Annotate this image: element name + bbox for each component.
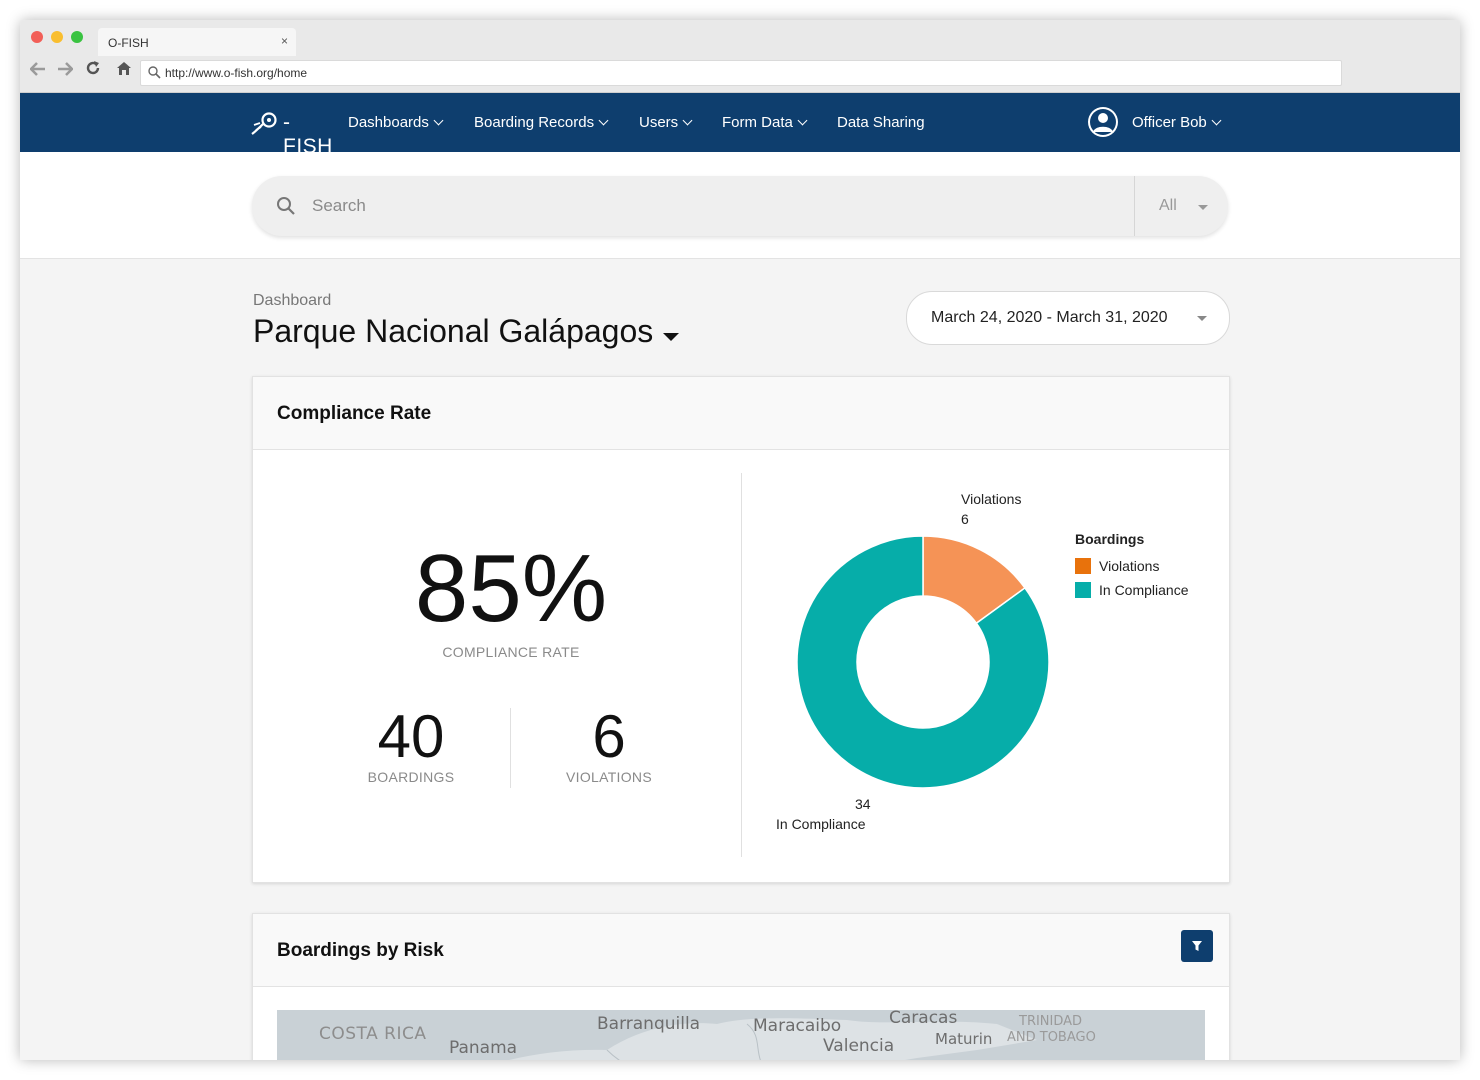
forward-arrow-icon[interactable] [57, 62, 74, 81]
filter-icon [1192, 941, 1202, 951]
maximize-window-dot[interactable] [71, 31, 83, 43]
chart-label-compliance-name: In Compliance [776, 816, 866, 832]
back-arrow-icon[interactable] [29, 62, 46, 81]
legend-label-in-compliance: In Compliance [1099, 582, 1189, 598]
map-label-caracas: Caracas [889, 1010, 958, 1028]
compliance-card-title: Compliance Rate [277, 403, 432, 424]
nav-users-label: Users [639, 114, 679, 131]
risk-map[interactable]: COSTA RICA Panama Barranquilla Maracaibo… [277, 1010, 1205, 1060]
address-bar[interactable]: http://www.o-fish.org/home [140, 60, 1342, 86]
search-icon [276, 196, 296, 221]
nav-data-sharing[interactable]: Data Sharing [837, 114, 925, 131]
map-label-maracaibo: Maracaibo [753, 1016, 842, 1036]
boardings-value: 40 [377, 703, 445, 770]
chevron-down-icon [682, 115, 693, 126]
nav-data-sharing-label: Data Sharing [837, 114, 925, 131]
violations-value: 6 [592, 703, 626, 770]
filter-button[interactable] [1181, 930, 1213, 962]
legend-swatch-in-compliance [1075, 582, 1091, 598]
nav-form-data[interactable]: Form Data [722, 114, 808, 131]
nav-users[interactable]: Users [639, 114, 693, 131]
map-label-valencia: Valencia [823, 1036, 895, 1056]
browser-tab[interactable]: O-FISH × [98, 28, 296, 56]
date-range-text: March 24, 2020 - March 31, 2020 [931, 309, 1168, 326]
risk-card-title: Boardings by Risk [277, 940, 444, 961]
reload-icon[interactable] [85, 60, 101, 81]
date-range-picker[interactable]: March 24, 2020 - March 31, 2020 [906, 291, 1230, 345]
chevron-down-icon [1211, 115, 1222, 126]
breadcrumb: Dashboard [253, 292, 332, 309]
user-name: Officer Bob [1132, 114, 1222, 131]
boardings-label: BOARDINGS [367, 769, 455, 785]
legend-title: Boardings [1075, 531, 1145, 547]
caret-down-icon[interactable] [663, 333, 679, 341]
compliance-rate-value: 85% [414, 535, 608, 642]
compliance-card: Compliance Rate 85% COMPLIANCE RATE 40 B… [252, 376, 1230, 883]
risk-card-header: Boardings by Risk [253, 914, 1229, 987]
chevron-down-icon [598, 115, 609, 126]
caret-down-icon[interactable] [1198, 205, 1208, 210]
browser-window: O-FISH × http://www.o-fish.org/home -FIS… [20, 20, 1460, 1060]
caret-down-icon [1197, 316, 1207, 321]
map-label-barranquilla: Barranquilla [597, 1014, 701, 1034]
donut-slice-in-compliance[interactable] [796, 535, 1050, 789]
search-box: All [252, 176, 1228, 236]
chart-label-violations-name: Violations [961, 491, 1022, 507]
close-window-dot[interactable] [31, 31, 43, 43]
map-label-trinidad: TRINIDAD [1019, 1014, 1083, 1029]
url-text: http://www.o-fish.org/home [165, 66, 308, 80]
chart-label-compliance-value: 34 [855, 796, 871, 812]
top-navigation: -FISH Dashboards Boarding Records Users … [20, 93, 1460, 158]
map-label-and-tobago: AND TOBAGO [1007, 1030, 1096, 1045]
legend-label-violations: Violations [1099, 558, 1160, 574]
nav-dashboards[interactable]: Dashboards [348, 114, 444, 131]
risk-card: Boardings by Risk COSTA RICA Panama Barr… [252, 913, 1230, 1060]
home-icon[interactable] [116, 60, 132, 81]
legend-item-in-compliance: In Compliance [1075, 582, 1189, 598]
search-input[interactable] [310, 188, 1114, 224]
tab-close-icon[interactable]: × [281, 34, 288, 48]
browser-chrome: O-FISH × http://www.o-fish.org/home [20, 20, 1460, 93]
nav-dashboards-label: Dashboards [348, 114, 429, 131]
minimize-window-dot[interactable] [51, 31, 63, 43]
search-divider [1134, 176, 1135, 236]
tab-title: O-FISH [108, 36, 149, 50]
nav-boarding-records-label: Boarding Records [474, 114, 595, 131]
fish-logo-icon [251, 112, 277, 135]
compliance-rate-label: COMPLIANCE RATE [442, 644, 580, 660]
map-label-maturin: Maturin [935, 1030, 993, 1048]
nav-boarding-records[interactable]: Boarding Records [474, 114, 609, 131]
chart-label-violations-value: 6 [961, 511, 969, 527]
map-label-panama: Panama [449, 1038, 518, 1058]
user-avatar-icon [1088, 107, 1118, 137]
user-name-label: Officer Bob [1132, 114, 1207, 131]
chevron-down-icon [797, 115, 808, 126]
search-area: All [20, 152, 1460, 259]
search-filter-select[interactable]: All [1159, 197, 1177, 215]
legend-item-violations: Violations [1075, 558, 1159, 574]
legend-swatch-violations [1075, 558, 1091, 574]
nav-form-data-label: Form Data [722, 114, 793, 131]
map-label-costa-rica: COSTA RICA [319, 1024, 427, 1044]
compliance-card-header: Compliance Rate [253, 377, 1229, 450]
card-divider [741, 473, 742, 857]
page-title[interactable]: Parque Nacional Galápagos [253, 313, 653, 350]
url-search-icon [148, 66, 161, 84]
chevron-down-icon [433, 115, 444, 126]
donut-slice-violations[interactable] [922, 535, 1026, 625]
violations-label: VIOLATIONS [566, 769, 652, 785]
